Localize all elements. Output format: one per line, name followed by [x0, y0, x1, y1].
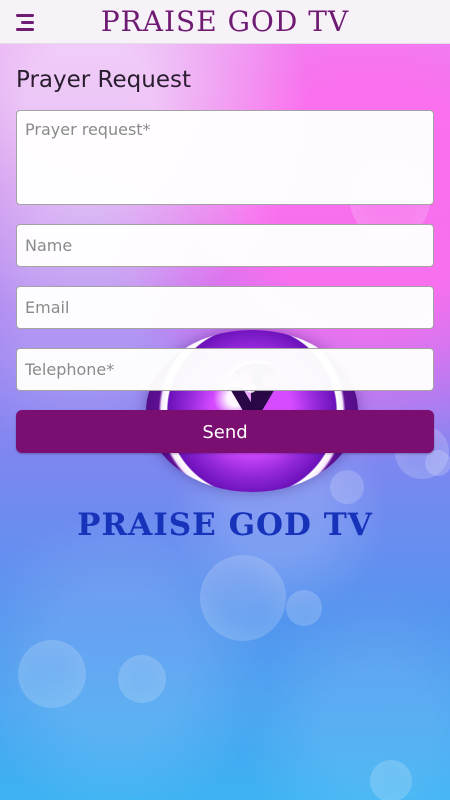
top-app-bar: PRAISE GOD TV [0, 0, 450, 44]
telephone-input[interactable] [16, 348, 434, 391]
background-bokeh [200, 555, 286, 641]
prayer-request-form: Prayer Request Send [16, 64, 434, 453]
page-title: Prayer Request [16, 67, 191, 93]
brand-title: PRAISE GOD TV [77, 507, 373, 543]
prayer-request-input[interactable] [16, 110, 434, 205]
background-bokeh [370, 760, 412, 800]
background-bokeh [18, 640, 86, 708]
background-bokeh [330, 470, 364, 504]
app-title: PRAISE GOD TV [100, 5, 350, 38]
send-button[interactable]: Send [16, 410, 434, 453]
name-input[interactable] [16, 224, 434, 267]
background-bokeh [425, 450, 450, 476]
background-bokeh [286, 590, 322, 626]
background-bokeh [118, 655, 166, 703]
email-input[interactable] [16, 286, 434, 329]
